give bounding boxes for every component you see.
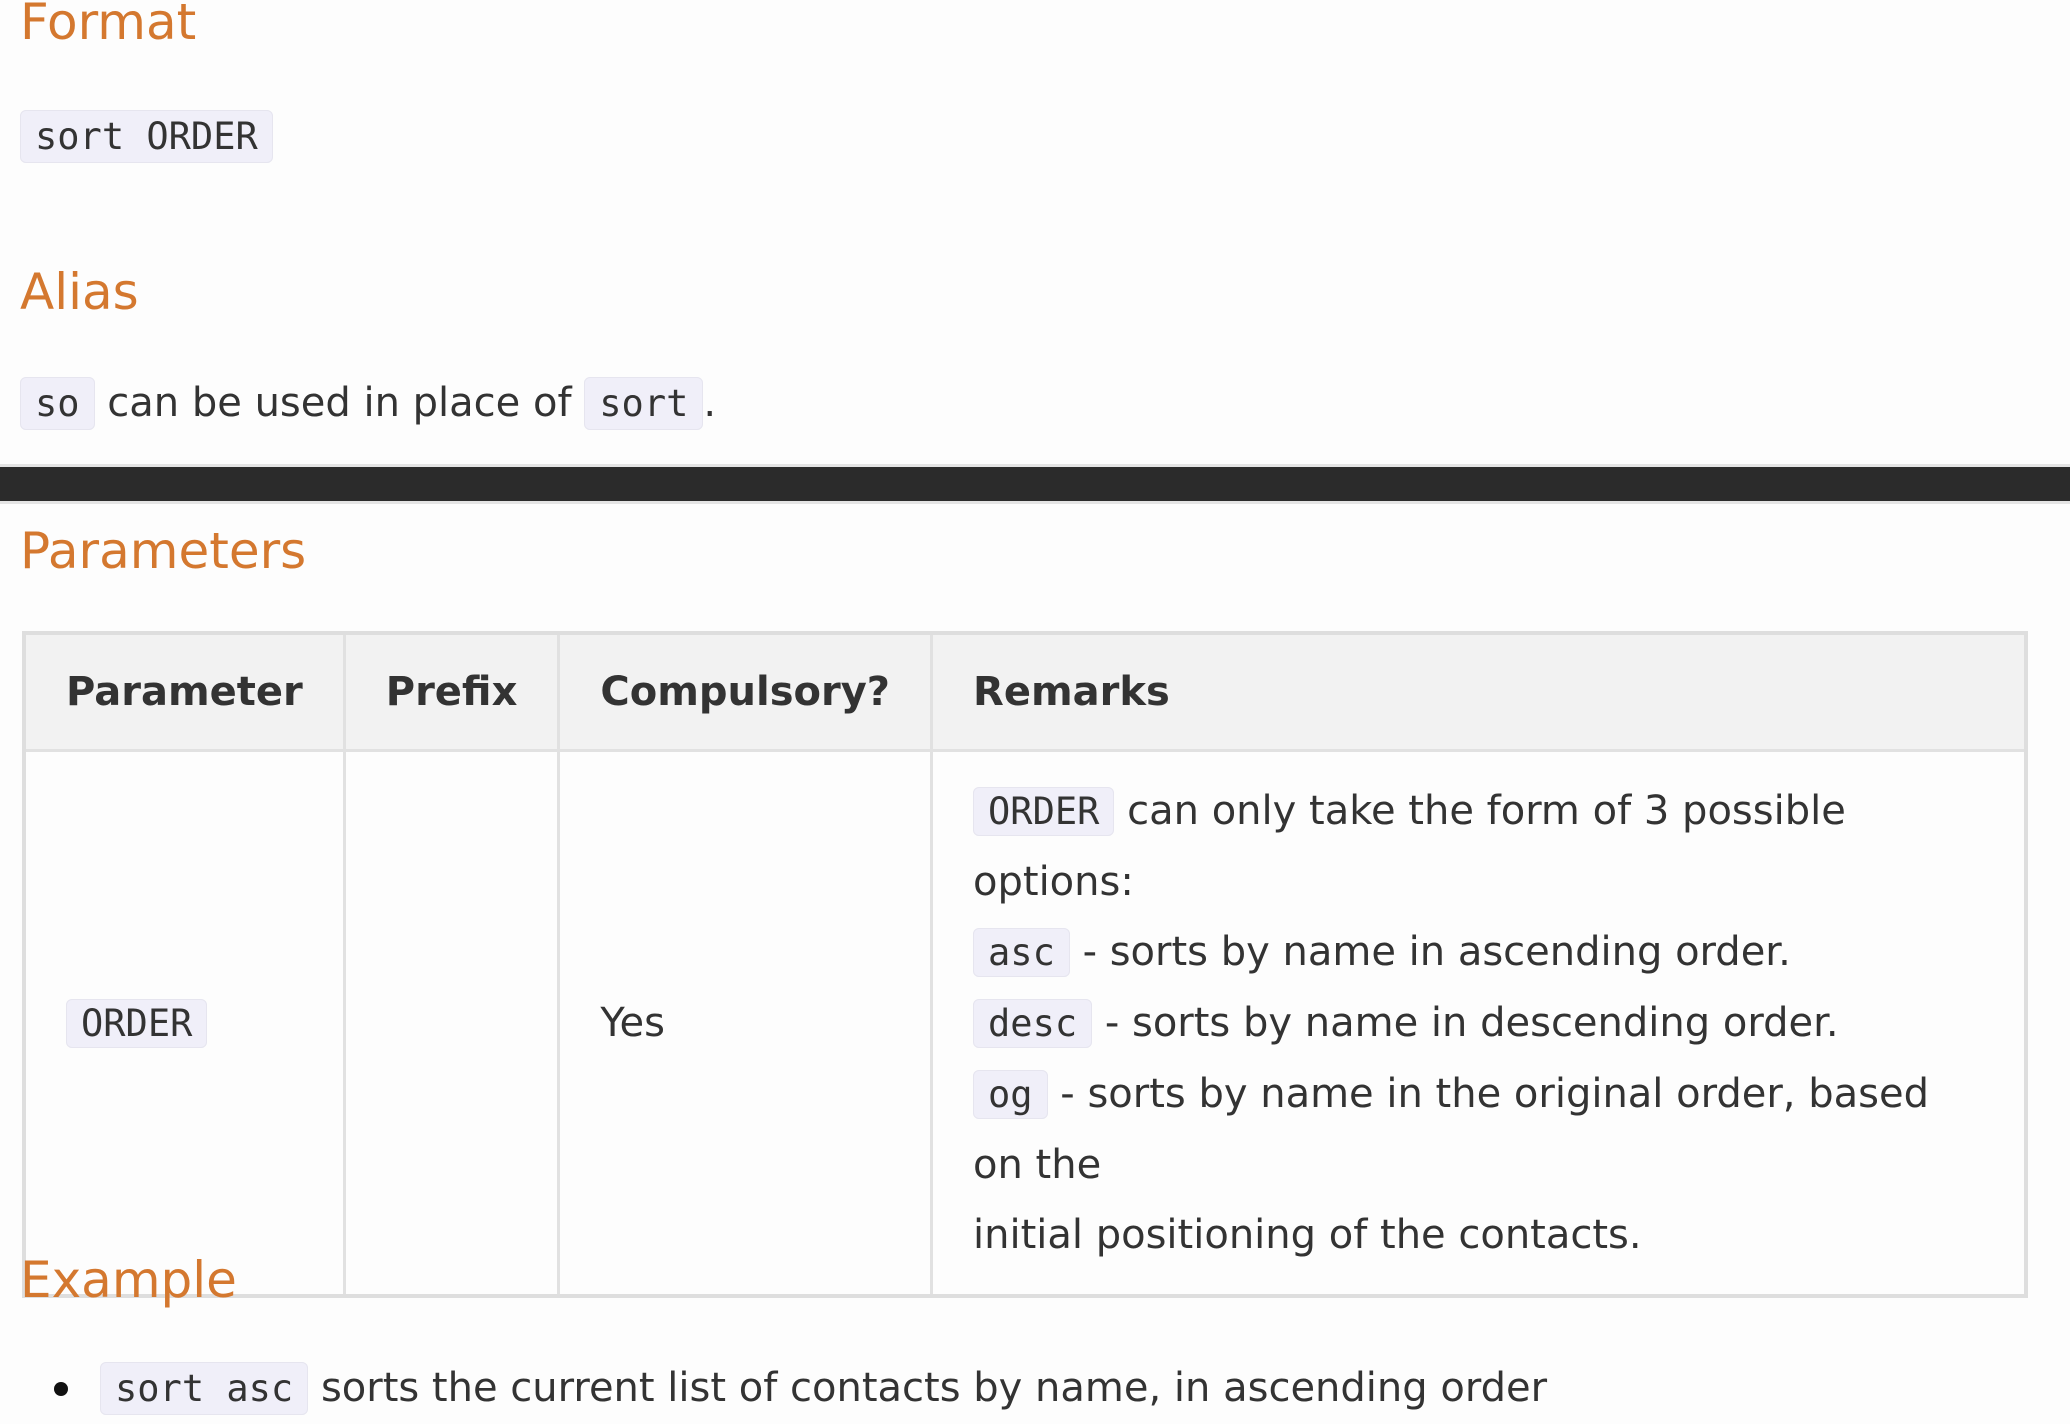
remarks-option-asc: asc - sorts by name in ascending order. — [973, 917, 1984, 988]
table-row: ORDER Yes ORDER can only take the form o… — [22, 749, 2028, 1298]
section-divider — [0, 464, 2070, 504]
option-text: - sorts by name in the original order, b… — [973, 1071, 1929, 1188]
alias-original-code: sort — [584, 377, 704, 430]
column-header-parameter: Parameter — [22, 631, 346, 752]
format-heading: Format — [20, 0, 197, 51]
prefix-cell — [342, 749, 561, 1298]
alias-code: so — [20, 377, 95, 430]
format-command-code: sort ORDER — [20, 110, 273, 163]
example-list: sort asc sorts the current list of conta… — [0, 1358, 1547, 1419]
compulsory-cell: Yes — [557, 749, 934, 1298]
alias-paragraph: so can be used in place of sort. — [20, 373, 716, 434]
column-header-remarks: Remarks — [930, 631, 2028, 752]
option-code: asc — [973, 928, 1070, 977]
example-text: sorts the current list of contacts by na… — [320, 1365, 1548, 1411]
parameter-code: ORDER — [66, 999, 208, 1048]
alias-heading: Alias — [20, 263, 139, 321]
alias-period: . — [703, 380, 717, 426]
remarks-intro: ORDER can only take the form of 3 possib… — [973, 776, 1984, 917]
column-header-compulsory: Compulsory? — [557, 631, 934, 752]
remarks-continuation: initial positioning of the contacts. — [973, 1212, 1642, 1258]
option-code: og — [973, 1070, 1048, 1119]
list-item: sort asc sorts the current list of conta… — [46, 1358, 1547, 1419]
parameters-heading: Parameters — [20, 522, 307, 580]
option-code: desc — [973, 999, 1093, 1048]
example-code: sort asc — [100, 1362, 309, 1415]
column-header-prefix: Prefix — [342, 631, 561, 752]
option-text: - sorts by name in ascending order. — [1082, 929, 1791, 975]
table-header-row: Parameter Prefix Compulsory? Remarks — [22, 631, 2028, 752]
example-heading: Example — [20, 1251, 237, 1309]
remarks-order-code: ORDER — [973, 787, 1115, 836]
option-text: - sorts by name in descending order. — [1104, 1000, 1839, 1046]
remarks-cell: ORDER can only take the form of 3 possib… — [930, 749, 2028, 1298]
remarks-option-og: og - sorts by name in the original order… — [973, 1059, 1984, 1200]
format-command-line: sort ORDER — [20, 106, 273, 167]
document-page: Format sort ORDER Alias so can be used i… — [0, 0, 2070, 1424]
parameters-table: Parameter Prefix Compulsory? Remarks ORD… — [22, 631, 2028, 1298]
alias-text: can be used in place of — [107, 380, 572, 426]
parameter-cell: ORDER — [22, 749, 346, 1298]
remarks-option-desc: desc - sorts by name in descending order… — [973, 988, 1984, 1059]
